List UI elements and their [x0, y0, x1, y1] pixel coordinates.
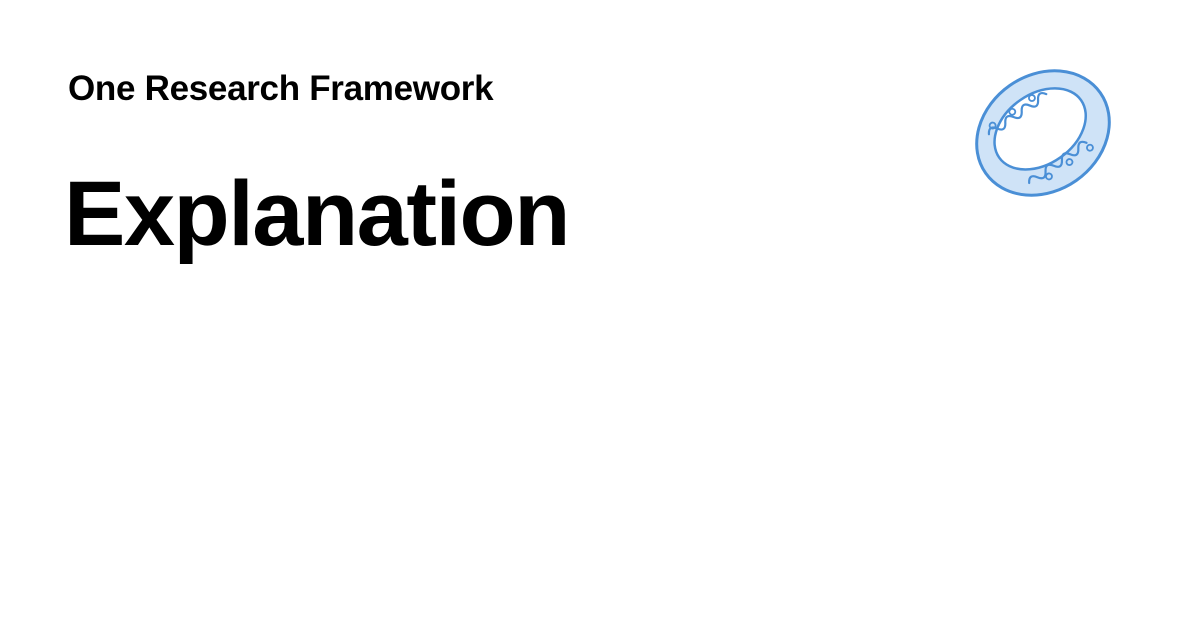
- ring-logo-icon: [968, 58, 1118, 208]
- page-title: Explanation: [64, 163, 570, 265]
- site-name: One Research Framework: [68, 69, 494, 108]
- social-card: One Research Framework Explanation: [0, 0, 1200, 630]
